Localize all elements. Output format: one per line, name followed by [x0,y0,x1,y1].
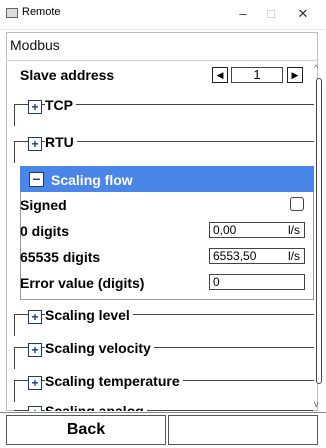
group-label: RTU [45,134,77,150]
expand-icon[interactable]: + [28,343,42,357]
scaling-flow-title: Scaling flow [51,172,133,188]
app-icon [6,8,18,18]
expand-icon[interactable]: + [28,100,42,114]
back-button[interactable]: Back [6,415,166,445]
expand-icon[interactable]: + [28,137,42,151]
group-label: Scaling temperature [45,373,183,389]
maximize-button[interactable]: □ [258,4,284,24]
group-scaling-analog[interactable]: + Scaling analog [14,403,313,411]
scrollbar-thumb[interactable] [316,78,322,384]
group-label: Scaling velocity [45,340,154,356]
field-value: 6553,50 [213,249,257,263]
slave-address-input[interactable]: 1 [231,67,283,83]
collapse-icon[interactable]: – [29,171,44,187]
arrow-left-icon: ◀ [216,70,224,80]
field-unit: l/s [288,249,300,263]
field-value: 0 [213,275,220,289]
expand-icon[interactable]: + [28,376,42,390]
scroll-up-icon[interactable]: ^ [314,63,318,73]
expand-icon[interactable]: + [28,406,42,411]
minimize-button[interactable]: – [230,4,256,24]
group-label: Scaling analog [45,403,147,411]
signed-label: Signed [20,197,67,213]
arrow-right-icon: ▶ [291,70,299,80]
field-value: 0,00 [213,223,237,237]
zero-digits-input[interactable]: 0,00 l/s [209,222,305,238]
increment-button[interactable]: ▶ [287,67,303,83]
max-digits-input[interactable]: 6553,50 l/s [209,248,305,264]
max-digits-label: 65535 digits [20,249,101,265]
error-value-label: Error value (digits) [20,275,145,291]
section-header: Modbus [10,37,60,53]
slave-address-label: Slave address [20,67,115,83]
group-tcp[interactable]: + TCP [14,97,314,126]
group-scaling-temperature[interactable]: + Scaling temperature [14,373,314,402]
zero-digits-label: 0 digits [20,223,70,239]
bottom-divider [0,412,326,413]
error-value-input[interactable]: 0 [209,274,305,290]
group-label: TCP [45,97,76,113]
group-label: Scaling level [45,307,133,323]
group-scaling-level[interactable]: + Scaling level [14,307,314,336]
secondary-button[interactable] [168,415,318,445]
group-rtu[interactable]: + RTU [14,134,314,163]
expand-icon[interactable]: + [28,310,42,324]
scroll-down-icon[interactable]: v [314,399,319,409]
decrement-button[interactable]: ◀ [212,67,228,83]
close-button[interactable]: ✕ [290,4,316,24]
window-title: Remote [22,6,61,18]
field-unit: l/s [288,223,300,237]
signed-checkbox[interactable] [290,197,304,211]
group-scaling-velocity[interactable]: + Scaling velocity [14,340,314,369]
header-divider [6,60,318,61]
